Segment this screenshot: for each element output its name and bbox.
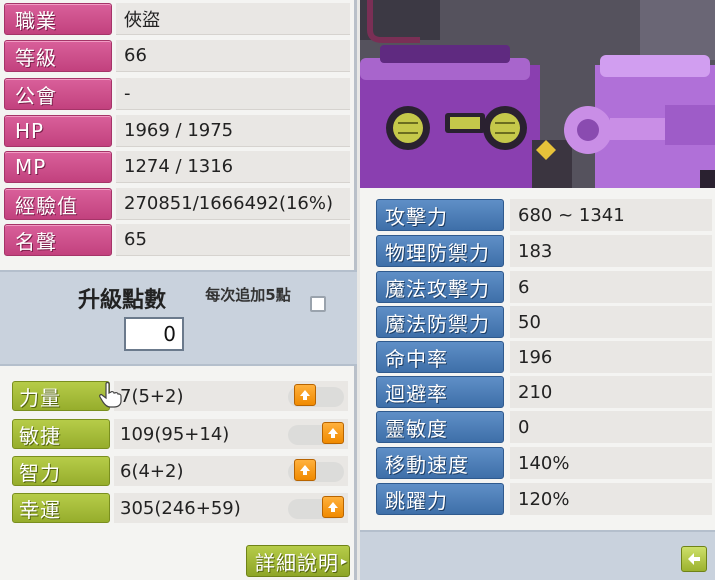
info-row-guild: 公會 - — [4, 77, 350, 111]
info-value: 1969 / 1975 — [116, 115, 350, 147]
collapse-button[interactable] — [681, 546, 707, 572]
bstat-row: 靈敏度 0 — [376, 410, 712, 444]
bstat-row: 物理防禦力 183 — [376, 234, 712, 268]
right-bottom-bar — [360, 530, 715, 580]
game-scene — [360, 0, 715, 188]
info-label: 等級 — [4, 40, 112, 72]
bstat-row: 跳躍力 120% — [376, 482, 712, 516]
ability-points-field: 0 — [124, 317, 184, 351]
character-stat-window: 職業 俠盜 等級 66 公會 - HP 1969 / 1975 MP 1274 … — [0, 0, 715, 580]
arrow-up-icon — [300, 390, 310, 400]
bstat-value: 120% — [510, 483, 712, 515]
bstat-label: 攻擊力 — [376, 199, 504, 231]
add5-label: 每次追加5點 — [205, 286, 291, 304]
str-up-button[interactable] — [294, 384, 316, 406]
bstat-row: 移動速度 140% — [376, 446, 712, 480]
int-up-button[interactable] — [294, 459, 316, 481]
add5-checkbox[interactable] — [310, 296, 326, 312]
bstat-label: 物理防禦力 — [376, 235, 504, 267]
bstat-value: 140% — [510, 447, 712, 479]
info-row-job: 職業 俠盜 — [4, 2, 350, 36]
stat-row-str: 力量 7(5+2) — [12, 380, 348, 412]
info-row-exp: 經驗值 270851/1666492(16%) — [4, 187, 350, 221]
info-value: - — [116, 78, 350, 110]
bstat-row: 迴避率 210 — [376, 375, 712, 409]
machine-scene-image — [360, 0, 715, 188]
info-value: 俠盜 — [116, 3, 350, 35]
stat-value: 305(246+59) — [120, 497, 241, 519]
arrow-up-icon — [328, 502, 338, 512]
stat-label: 力量 — [12, 381, 110, 411]
info-label: MP — [4, 151, 112, 183]
ability-points-panel: 升級點數 0 每次追加5點 — [0, 270, 357, 366]
bstat-label: 靈敏度 — [376, 411, 504, 443]
info-value: 66 — [116, 40, 350, 72]
bstat-row: 魔法防禦力 50 — [376, 305, 712, 339]
bstat-label: 魔法攻擊力 — [376, 271, 504, 303]
dex-up-button[interactable] — [322, 422, 344, 444]
info-row-hp: HP 1969 / 1975 — [4, 114, 350, 148]
detail-button-label: 詳細說明 — [255, 550, 339, 575]
bstat-row: 攻擊力 680 ~ 1341 — [376, 198, 712, 232]
bstat-value: 0 — [510, 411, 712, 443]
stat-value-wrap: 109(95+14) — [114, 419, 348, 449]
hand-cursor-icon — [99, 382, 122, 408]
ability-points-title: 升級點數 — [78, 288, 167, 313]
info-value: 270851/1666492(16%) — [116, 188, 350, 220]
bstat-row: 魔法攻擊力 6 — [376, 270, 712, 304]
chevron-right-icon: ▸ — [341, 554, 349, 568]
bstat-label: 魔法防禦力 — [376, 306, 504, 338]
info-label: 公會 — [4, 78, 112, 110]
arrow-up-icon — [328, 428, 338, 438]
info-row-mp: MP 1274 / 1316 — [4, 150, 350, 184]
info-label: HP — [4, 115, 112, 147]
info-row-level: 等級 66 — [4, 39, 350, 73]
info-value: 65 — [116, 224, 350, 256]
arrow-left-icon — [688, 553, 700, 565]
stat-value-wrap: 6(4+2) — [114, 456, 348, 486]
bstat-value: 196 — [510, 341, 712, 373]
luk-up-button[interactable] — [322, 496, 344, 518]
stat-row-int: 智力 6(4+2) — [12, 455, 348, 487]
bstat-label: 移動速度 — [376, 447, 504, 479]
stat-value: 109(95+14) — [120, 423, 230, 445]
info-label: 經驗值 — [4, 188, 112, 220]
info-label: 名聲 — [4, 224, 112, 256]
info-row-fame: 名聲 65 — [4, 223, 350, 257]
bstat-value: 680 ~ 1341 — [510, 199, 712, 231]
bstat-value: 183 — [510, 235, 712, 267]
stat-value-wrap: 7(5+2) — [114, 381, 348, 411]
stat-value: 7(5+2) — [120, 385, 184, 407]
info-value: 1274 / 1316 — [116, 151, 350, 183]
bstat-value: 6 — [510, 271, 712, 303]
bstat-label: 迴避率 — [376, 376, 504, 408]
left-panel: 職業 俠盜 等級 66 公會 - HP 1969 / 1975 MP 1274 … — [0, 0, 357, 580]
bstat-row: 命中率 196 — [376, 340, 712, 374]
stat-row-luk: 幸運 305(246+59) — [12, 492, 348, 524]
stat-label: 智力 — [12, 456, 110, 486]
stat-row-dex: 敏捷 109(95+14) — [12, 418, 348, 450]
stat-label: 幸運 — [12, 493, 110, 523]
info-label: 職業 — [4, 3, 112, 35]
stat-value: 6(4+2) — [120, 460, 184, 482]
bstat-label: 跳躍力 — [376, 483, 504, 515]
bstat-value: 50 — [510, 306, 712, 338]
bstat-value: 210 — [510, 376, 712, 408]
stat-value-wrap: 305(246+59) — [114, 493, 348, 523]
arrow-up-icon — [300, 465, 310, 475]
detail-button[interactable]: 詳細說明 ▸ — [246, 545, 350, 577]
stat-label: 敏捷 — [12, 419, 110, 449]
bstat-label: 命中率 — [376, 341, 504, 373]
right-panel: 攻擊力 680 ~ 1341 物理防禦力 183 魔法攻擊力 6 魔法防禦力 5… — [360, 0, 715, 580]
